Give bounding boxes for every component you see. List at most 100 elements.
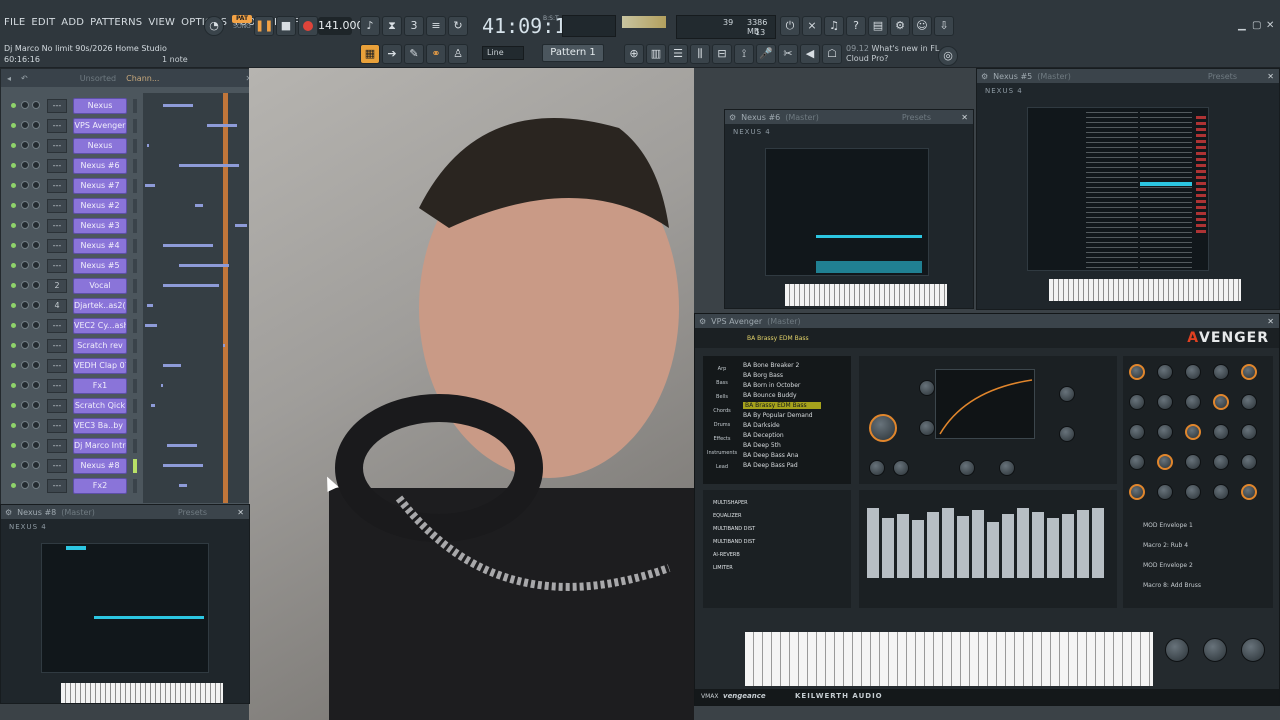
save-icon[interactable]: ▤ [868, 16, 888, 36]
channel-mute-led[interactable] [11, 463, 16, 468]
speaker-icon[interactable]: ◀ [800, 44, 820, 64]
channel-pan-knob[interactable] [21, 321, 29, 329]
channel-mixer-insert[interactable]: --- [47, 459, 67, 473]
channel-select-indicator[interactable] [133, 439, 137, 453]
channel-mixer-insert[interactable]: --- [47, 159, 67, 173]
channel-select-indicator[interactable] [133, 359, 137, 373]
channel-volume-knob[interactable] [32, 301, 40, 309]
channel-name-button[interactable]: VEC2 Cy...ash 12 [73, 318, 127, 334]
chat-icon[interactable]: ☺ [912, 16, 932, 36]
close-icon[interactable]: ✕ [1267, 72, 1274, 81]
audio-settings-icon[interactable]: ♫ [824, 16, 844, 36]
osc-knob-7[interactable] [959, 460, 975, 476]
preset-category[interactable]: Effects [707, 436, 737, 442]
channel-pan-knob[interactable] [21, 221, 29, 229]
channel-mute-led[interactable] [11, 363, 16, 368]
channel-select-indicator[interactable] [133, 139, 137, 153]
play-button[interactable]: ❚❚ [254, 16, 274, 36]
channel-volume-knob[interactable] [32, 281, 40, 289]
channel-mixer-insert[interactable]: --- [47, 439, 67, 453]
sequencer-step[interactable] [1062, 514, 1074, 578]
mod-knob[interactable] [1185, 484, 1201, 500]
channel-pan-knob[interactable] [21, 161, 29, 169]
preset-category[interactable]: Chords [707, 408, 737, 414]
channel-mute-led[interactable] [11, 143, 16, 148]
mod-knob[interactable] [1129, 454, 1145, 470]
color-knob[interactable] [1165, 638, 1189, 662]
nexus5-titlebar[interactable]: ⚙ Nexus #5 (Master) Presets ✕ [977, 69, 1279, 83]
sequencer-step[interactable] [1017, 508, 1029, 578]
channel-pan-knob[interactable] [21, 421, 29, 429]
channel-name-button[interactable]: Vocal [73, 278, 127, 294]
stop-button[interactable]: ■ [276, 16, 296, 36]
channel-volume-knob[interactable] [32, 361, 40, 369]
channel-select-indicator[interactable] [133, 399, 137, 413]
channel-volume-knob[interactable] [32, 421, 40, 429]
channel-pan-knob[interactable] [21, 101, 29, 109]
preset-category[interactable]: Bells [707, 394, 737, 400]
microphone-icon[interactable]: 🎤 [756, 44, 776, 64]
channel-mute-led[interactable] [11, 263, 16, 268]
nexus6-presets[interactable]: Presets [902, 113, 931, 122]
nexus5-presets[interactable]: Presets [1208, 72, 1237, 81]
channel-mute-led[interactable] [11, 303, 16, 308]
channel-mute-led[interactable] [11, 423, 16, 428]
avenger-preset-browser[interactable]: Arp Bass Bells Chords Drums Effects Instrument… [703, 356, 851, 484]
mod-knob[interactable] [1157, 424, 1173, 440]
channel-mixer-insert[interactable]: --- [47, 179, 67, 193]
menu-add[interactable]: ADD [61, 17, 84, 28]
channel-mute-led[interactable] [11, 403, 16, 408]
channel-select-indicator[interactable] [133, 179, 137, 193]
channel-mixer-insert[interactable]: --- [47, 259, 67, 273]
channel-pan-knob[interactable] [21, 361, 29, 369]
mod-knob[interactable] [1129, 484, 1145, 500]
sequencer-step[interactable] [1032, 512, 1044, 578]
news-panel[interactable]: 09.12 What's new in FL Cloud Pro? [846, 44, 939, 64]
channel-rack-icon[interactable]: ☰ [668, 44, 688, 64]
channel-pan-knob[interactable] [21, 381, 29, 389]
nexus6-keyboard[interactable] [785, 284, 947, 306]
osc-knob-6[interactable] [893, 460, 909, 476]
loop-record-icon[interactable]: ↻ [448, 16, 468, 36]
export-icon[interactable]: ⇩ [934, 16, 954, 36]
stamp-icon[interactable]: ♙ [448, 44, 468, 64]
osc-knob-1[interactable] [919, 380, 935, 396]
mod-knob[interactable] [1213, 454, 1229, 470]
plugin-picker-icon[interactable]: ⟟ [734, 44, 754, 64]
channel-name-button[interactable]: Fx2 [73, 478, 127, 494]
mod-knob[interactable] [1185, 424, 1201, 440]
mod-slot-label[interactable]: Macro 2: Rub 4 [1143, 542, 1188, 549]
gear-icon[interactable]: ⚙ [5, 508, 12, 517]
channel-mute-led[interactable] [11, 483, 16, 488]
browser-icon[interactable]: ⊟ [712, 44, 732, 64]
channel-name-button[interactable]: VEDH Clap 073 [73, 358, 127, 374]
channel-name-button[interactable]: Scratch Qick [73, 398, 127, 414]
channel-volume-knob[interactable] [32, 381, 40, 389]
mod-knob[interactable] [1157, 454, 1173, 470]
channel-mute-led[interactable] [11, 343, 16, 348]
channel-select-indicator[interactable] [133, 219, 137, 233]
channel-volume-knob[interactable] [32, 141, 40, 149]
mod-knob[interactable] [1185, 364, 1201, 380]
preset-item[interactable]: BA Deep Bass Pad [743, 462, 798, 469]
nexus8-titlebar[interactable]: ⚙ Nexus #8 (Master) Presets ✕ [1, 505, 249, 519]
preset-category[interactable]: Lead [707, 464, 737, 470]
preset-category[interactable]: Drums [707, 422, 737, 428]
channel-mixer-insert[interactable]: --- [47, 119, 67, 133]
fx-slot[interactable]: MULTIBAND DIST [713, 526, 755, 532]
channel-name-button[interactable]: Djartek..as2(25) [73, 298, 127, 314]
channel-name-button[interactable]: Nexus #3 [73, 218, 127, 234]
channel-mute-led[interactable] [11, 203, 16, 208]
channel-mixer-insert[interactable]: --- [47, 139, 67, 153]
mixer-icon[interactable]: ⨯ [802, 16, 822, 36]
channel-mixer-insert[interactable]: --- [47, 399, 67, 413]
nexus5-preset-browser[interactable] [1027, 107, 1209, 271]
channel-select-indicator[interactable] [133, 199, 137, 213]
channel-pan-knob[interactable] [21, 121, 29, 129]
channel-volume-knob[interactable] [32, 241, 40, 249]
sequencer-step[interactable] [867, 508, 879, 578]
channel-select-indicator[interactable] [133, 479, 137, 493]
menu-view[interactable]: VIEW [148, 17, 175, 28]
fx-slot[interactable]: MULTIBAND DIST [713, 539, 755, 545]
channel-mute-led[interactable] [11, 183, 16, 188]
